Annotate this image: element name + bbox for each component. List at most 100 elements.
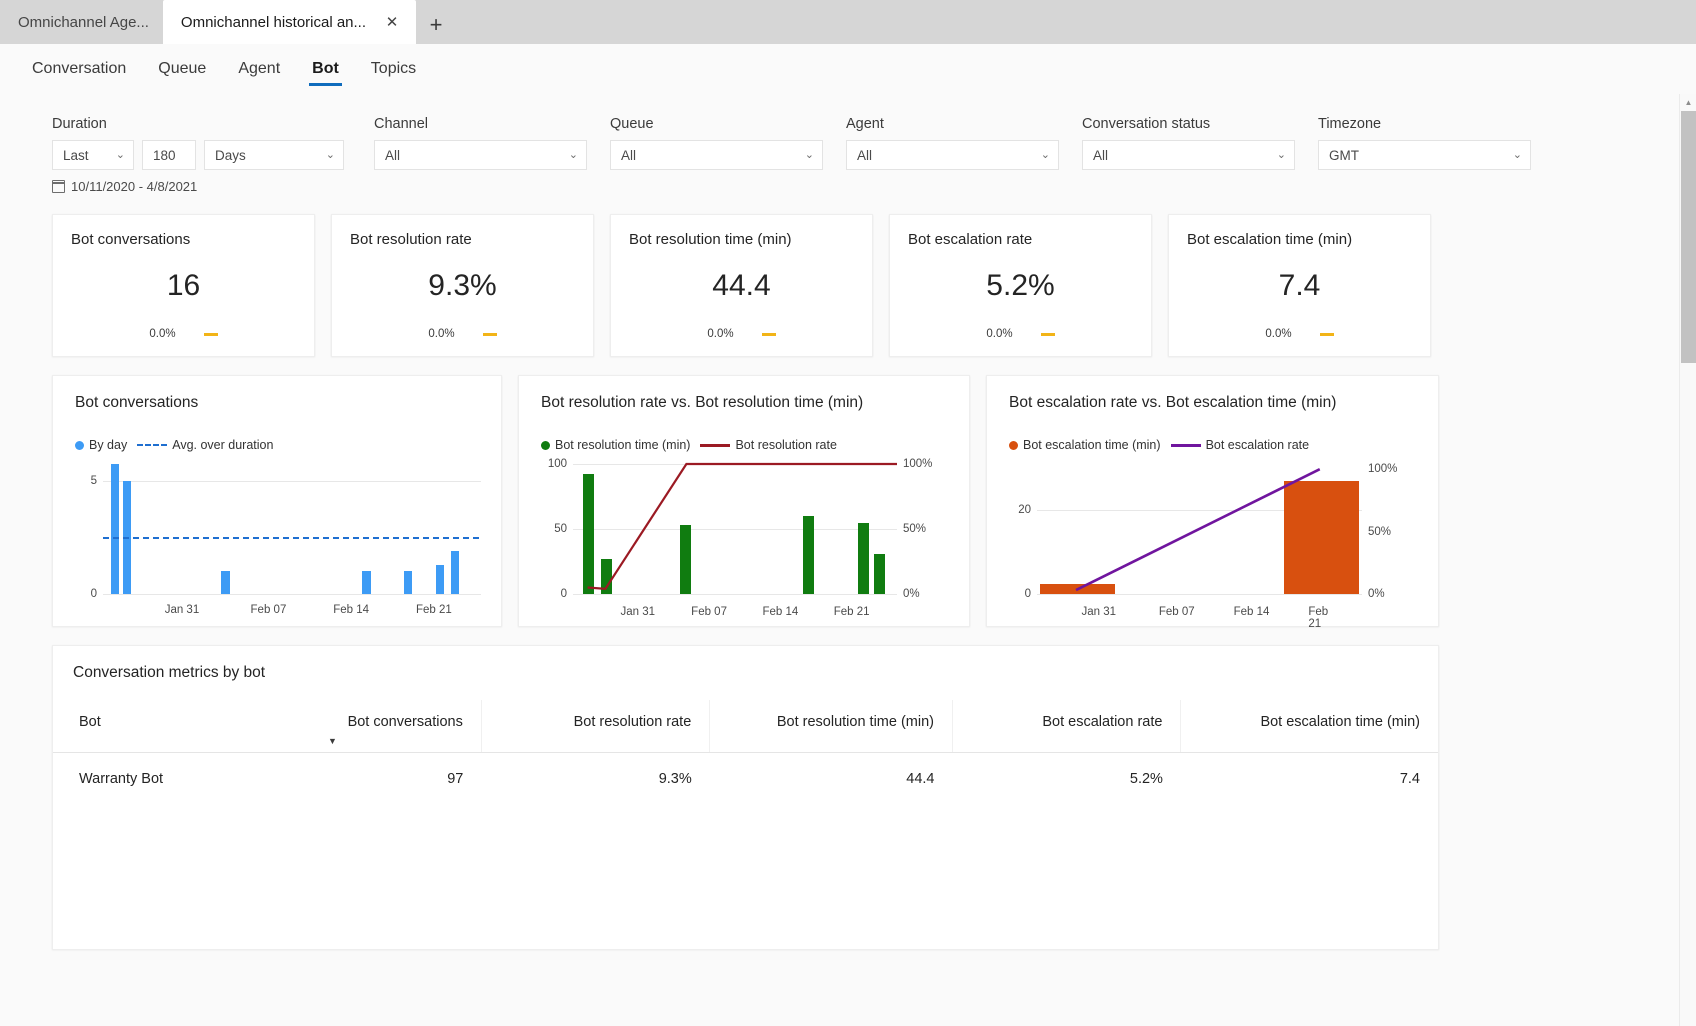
filter-agent-label: Agent (846, 116, 884, 132)
bar[interactable] (450, 551, 460, 594)
channel-select[interactable]: All ⌄ (374, 140, 587, 170)
browser-tab-1[interactable]: Omnichannel Age... (0, 0, 163, 44)
legend-item-escalation-time[interactable]: Bot escalation time (min) (1009, 438, 1161, 452)
chart-title: Bot resolution rate vs. Bot resolution t… (541, 394, 864, 411)
cell-bot-escalation-rate: 5.2% (1129, 771, 1163, 787)
legend-item-resolution-rate[interactable]: Bot resolution rate (700, 438, 837, 452)
column-header-bot-escalation-time[interactable]: Bot escalation time (min) (1180, 700, 1438, 753)
column-header-bot-resolution-rate[interactable]: Bot resolution rate (481, 700, 711, 753)
bar[interactable] (110, 464, 119, 594)
bar[interactable] (362, 570, 371, 594)
column-header-bot-resolution-time[interactable]: Bot resolution time (min) (709, 700, 953, 753)
kpi-card-row: Bot conversations 16 0.0% Bot resolution… (0, 194, 1679, 357)
x-tick: Feb 07 (1158, 605, 1195, 618)
kpi-trend: 0.0% (71, 328, 296, 340)
legend-dot-icon (541, 440, 550, 450)
tab-bot[interactable]: Bot (300, 47, 351, 90)
timezone-select[interactable]: GMT ⌄ (1318, 140, 1531, 170)
tab-agent[interactable]: Agent (226, 47, 292, 90)
bar[interactable] (435, 565, 445, 594)
kpi-card-bot-escalation-time[interactable]: Bot escalation time (min) 7.4 0.0% (1168, 214, 1431, 357)
duration-unit-value: Days (215, 147, 246, 163)
date-range-text: 10/11/2020 - 4/8/2021 (71, 179, 198, 194)
column-header-bot[interactable]: Bot (53, 700, 310, 753)
scroll-up-arrow-icon[interactable]: ▲ (1680, 94, 1696, 111)
bar[interactable] (403, 570, 413, 594)
tab-conversation[interactable]: Conversation (20, 47, 138, 90)
kpi-card-bot-resolution-time[interactable]: Bot resolution time (min) 44.4 0.0% (610, 214, 873, 357)
agent-value: All (857, 147, 873, 163)
gridline (1037, 594, 1362, 595)
y-tick: 20 (1018, 503, 1031, 516)
legend-item-resolution-time[interactable]: Bot resolution time (min) (541, 438, 690, 452)
kpi-card-bot-conversations[interactable]: Bot conversations 16 0.0% (52, 214, 315, 357)
agent-select[interactable]: All ⌄ (846, 140, 1059, 170)
channel-value: All (385, 147, 401, 163)
kpi-title: Bot escalation rate (908, 231, 1033, 248)
y2-tick: 0% (1368, 588, 1385, 600)
filter-queue: Queue All ⌄ (610, 116, 846, 170)
kpi-value: 16 (166, 269, 201, 302)
kpi-title: Bot conversations (71, 231, 191, 248)
cell-bot-conversations: 97 (447, 771, 464, 787)
browser-tab-strip: Omnichannel Age... Omnichannel historica… (0, 0, 1696, 44)
chevron-down-icon: ⌄ (325, 148, 335, 161)
kpi-delta: 0.0% (428, 328, 455, 340)
kpi-card-bot-escalation-rate[interactable]: Bot escalation rate 5.2% 0.0% (889, 214, 1152, 357)
y-tick: 0 (90, 588, 97, 600)
column-header-bot-conversations[interactable]: Bot conversations ▼ (310, 700, 482, 753)
legend-dot-icon (75, 440, 84, 450)
timezone-value: GMT (1329, 147, 1359, 163)
chart-bars (103, 464, 479, 594)
filter-channel-label: Channel (374, 116, 429, 132)
table-row[interactable]: Warranty Bot 97 9.3% 44.4 5.2% 7.4 (53, 753, 1438, 806)
column-header-label: Bot conversations (347, 714, 463, 730)
legend-line-icon (1170, 443, 1201, 447)
queue-select[interactable]: All ⌄ (610, 140, 823, 170)
y-tick: 0 (560, 588, 567, 600)
chevron-down-icon: ⌄ (804, 148, 814, 161)
x-tick: Feb 14 (333, 604, 370, 617)
vertical-scrollbar[interactable]: ▲ (1679, 94, 1696, 1026)
browser-tab-1-title: Omnichannel Age... (18, 13, 149, 31)
legend-item-by-day[interactable]: By day (75, 438, 127, 452)
chevron-down-icon: ⌄ (115, 148, 125, 161)
trend-flat-icon (1040, 332, 1055, 336)
legend-item-escalation-rate[interactable]: Bot escalation rate (1170, 438, 1309, 452)
x-tick: Feb 07 (250, 604, 287, 617)
tab-queue[interactable]: Queue (146, 47, 218, 90)
y2-tick: 100% (1368, 463, 1398, 476)
table-panel: Conversation metrics by bot Bot Bot conv… (52, 645, 1439, 950)
close-icon[interactable]: ✕ (382, 12, 402, 32)
chart-bars (1037, 464, 1362, 594)
new-tab-icon[interactable]: + (416, 6, 456, 44)
chart-plot-area: 20 0 100% 50% 0% Jan 31 Feb 07 Feb 14 Fe… (1009, 463, 1418, 630)
legend-item-avg[interactable]: Avg. over duration (137, 438, 273, 452)
y2-tick: 50% (903, 523, 927, 535)
scroll-content: Duration Last ⌄ 180 Days ⌄ Channel All ⌄ (0, 94, 1679, 1026)
scrollbar-thumb[interactable] (1681, 111, 1696, 363)
chart-title: Bot conversations (75, 394, 199, 411)
tab-topics[interactable]: Topics (359, 47, 428, 90)
trend-flat-icon (761, 332, 776, 336)
kpi-value: 9.3% (428, 269, 497, 302)
chart-title: Bot escalation rate vs. Bot escalation t… (1009, 394, 1337, 411)
duration-count-input[interactable]: 180 (142, 140, 196, 170)
browser-tab-2[interactable]: Omnichannel historical an... ✕ (162, 0, 417, 44)
trend-flat-icon (482, 332, 497, 336)
conversation-status-select[interactable]: All ⌄ (1082, 140, 1295, 170)
chevron-down-icon: ⌄ (568, 148, 578, 161)
duration-mode-select[interactable]: Last ⌄ (52, 140, 134, 170)
resolution-rate-line (573, 464, 897, 594)
kpi-card-bot-resolution-rate[interactable]: Bot resolution rate 9.3% 0.0% (331, 214, 594, 357)
chart-panel-bot-resolution: Bot resolution rate vs. Bot resolution t… (518, 375, 970, 627)
y-tick: 100 (547, 458, 567, 470)
x-tick: Jan 31 (620, 605, 656, 618)
kpi-title: Bot resolution rate (350, 231, 472, 248)
conversation-status-value: All (1093, 147, 1109, 163)
chevron-down-icon: ⌄ (1276, 148, 1286, 161)
column-header-bot-escalation-rate[interactable]: Bot escalation rate (952, 700, 1182, 753)
duration-unit-select[interactable]: Days ⌄ (204, 140, 344, 170)
date-range: 10/11/2020 - 4/8/2021 (52, 179, 1679, 194)
bar[interactable] (221, 570, 230, 594)
